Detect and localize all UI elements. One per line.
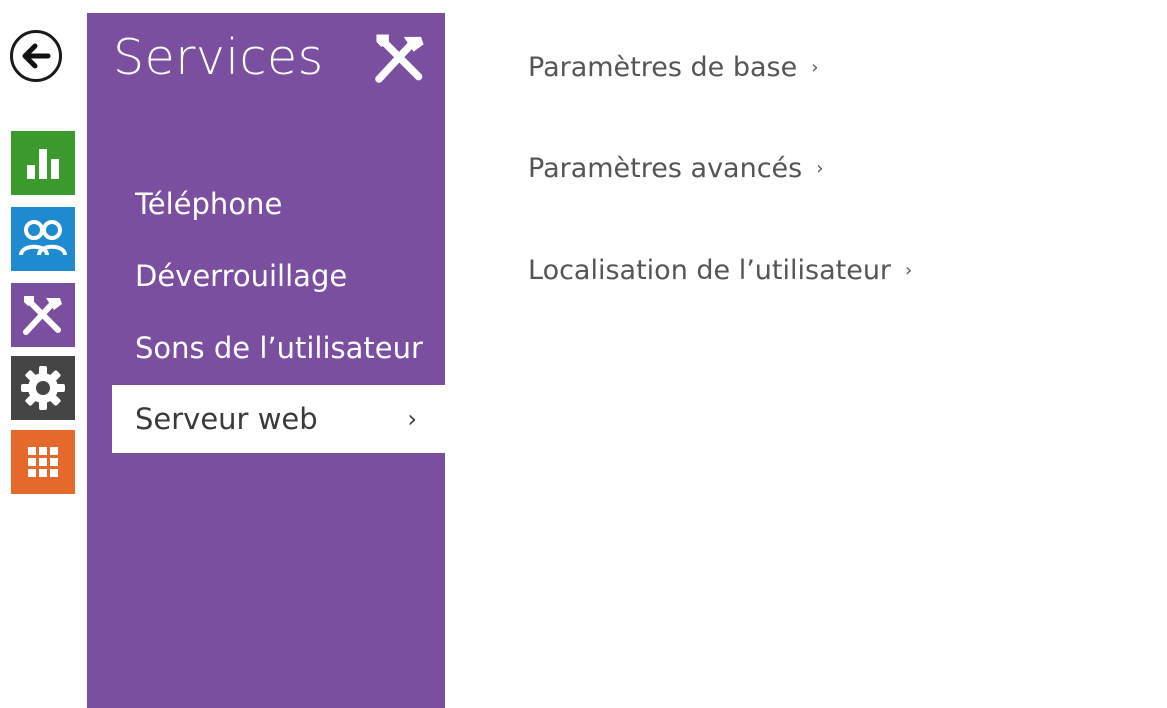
chevron-right-icon: › xyxy=(816,158,824,179)
menu-item-sons-utilisateur[interactable]: Sons de l’utilisateur xyxy=(87,314,445,382)
menu-item-serveur-web[interactable]: Serveur web › xyxy=(112,385,445,453)
menu-item-label: Déverrouillage xyxy=(135,259,348,293)
tools-icon xyxy=(23,296,62,335)
page-title: Services xyxy=(113,29,324,86)
nav-tile-status[interactable] xyxy=(11,131,75,195)
services-panel: Services Téléphone Déverrouillage Sons d… xyxy=(87,13,445,708)
arrow-left-icon xyxy=(22,43,51,69)
grid-icon xyxy=(28,447,58,477)
nav-tile-users[interactable] xyxy=(11,207,75,271)
nav-tile-settings[interactable] xyxy=(11,356,75,420)
chevron-right-icon: › xyxy=(811,57,819,78)
link-label: Paramètres avancés xyxy=(528,153,803,184)
nav-tile-apps[interactable] xyxy=(11,430,75,494)
menu-item-telephone[interactable]: Téléphone xyxy=(87,170,445,238)
menu-item-label: Serveur web xyxy=(135,402,318,436)
menu-item-label: Sons de l’utilisateur xyxy=(135,331,423,365)
tools-icon xyxy=(369,27,431,93)
back-button[interactable] xyxy=(10,30,62,82)
gear-icon xyxy=(21,366,65,410)
bar-chart-icon xyxy=(27,149,59,179)
nav-tile-services[interactable] xyxy=(11,283,75,347)
link-label: Paramètres de base xyxy=(528,52,798,83)
chevron-right-icon: › xyxy=(905,260,913,281)
chevron-right-icon: › xyxy=(407,405,417,433)
menu-item-label: Téléphone xyxy=(135,187,283,221)
link-parametres-de-base[interactable]: Paramètres de base › xyxy=(528,52,818,83)
menu-item-deverrouillage[interactable]: Déverrouillage xyxy=(87,242,445,310)
link-label: Localisation de l’utilisateur xyxy=(528,255,892,286)
link-localisation-utilisateur[interactable]: Localisation de l’utilisateur › xyxy=(528,255,912,286)
link-parametres-avances[interactable]: Paramètres avancés › xyxy=(528,153,823,184)
users-icon xyxy=(19,220,67,256)
